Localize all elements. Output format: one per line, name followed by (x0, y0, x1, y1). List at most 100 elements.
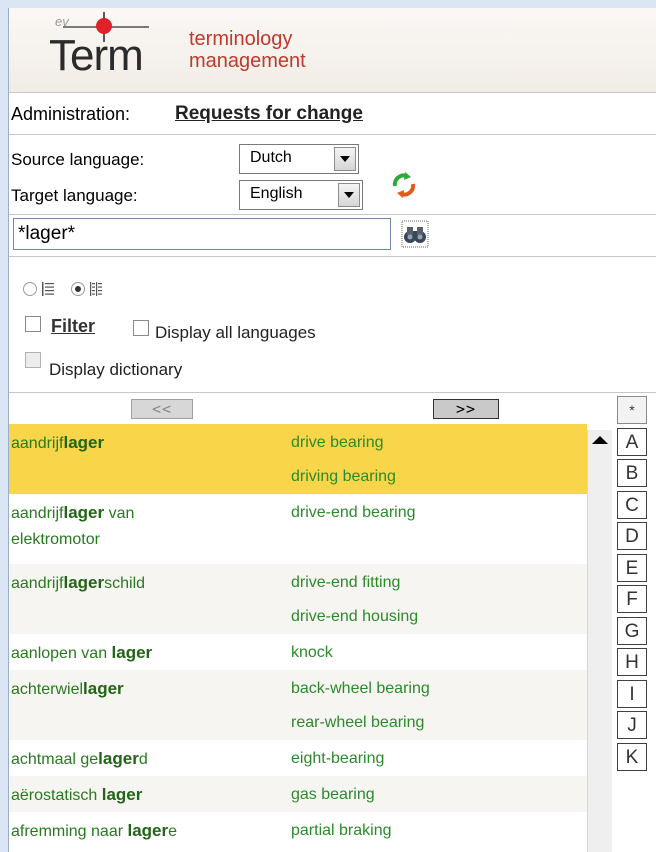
chevron-down-icon[interactable] (338, 183, 360, 207)
search-match: lager (111, 643, 153, 662)
alphabet-key-c[interactable]: C (617, 490, 647, 519)
filter-checkbox[interactable] (25, 316, 41, 332)
search-input[interactable] (13, 218, 391, 250)
target-term[interactable]: eight-bearing (291, 746, 571, 780)
term-text: afremming naar (11, 823, 128, 840)
result-row[interactable]: aërostatisch lager gas bearing (9, 776, 587, 812)
scroll-up-arrow-icon[interactable] (592, 436, 608, 444)
target-terms: knock (291, 640, 571, 674)
chevron-down-icon[interactable] (334, 147, 356, 171)
swap-languages-icon[interactable] (389, 170, 419, 200)
target-term[interactable]: driving bearing (291, 464, 571, 498)
display-dictionary-label: Display dictionary (49, 360, 183, 379)
target-term[interactable]: gas bearing (291, 782, 571, 816)
target-terms: gas bearing (291, 782, 571, 816)
target-term[interactable]: partial braking (291, 818, 571, 852)
term-text: aandrijf (11, 505, 64, 522)
two-column-radio[interactable] (71, 282, 85, 296)
target-terms: back-wheel bearing rear-wheel bearing (291, 676, 571, 744)
alphabet-key-k[interactable]: K (617, 742, 647, 771)
results-scrollbar[interactable] (587, 430, 612, 852)
source-term[interactable]: achterwiellager (11, 676, 281, 703)
evterm-logo: ev Term (41, 12, 181, 88)
term-text: achtmaal ge (11, 751, 99, 768)
display-all-languages-label: Display all languages (155, 323, 316, 342)
term-text: d (138, 751, 148, 768)
term-text: schild (104, 575, 146, 592)
search-match: lager (127, 821, 169, 840)
search-match: lager (101, 785, 143, 804)
source-language-select[interactable]: Dutch (239, 144, 359, 174)
result-row[interactable]: aanlopen van lager knock (9, 634, 587, 670)
filter-label[interactable]: Filter (51, 316, 95, 337)
term-text: achterwiel (11, 681, 84, 698)
display-dictionary-checkbox[interactable] (25, 352, 41, 368)
target-term[interactable]: drive-end bearing (291, 500, 571, 534)
source-term[interactable]: aandrijflager van elektromotor (11, 500, 281, 553)
alphabet-key-e[interactable]: E (617, 553, 647, 582)
source-term[interactable]: aërostatisch lager (11, 782, 281, 809)
alphabet-key-b[interactable]: B (617, 459, 647, 487)
result-row[interactable]: aandrijflagerschild drive-end fitting driv… (9, 564, 587, 634)
single-column-list-icon (42, 282, 54, 296)
divider (9, 256, 656, 257)
target-terms: partial braking (291, 818, 571, 852)
tagline-line1: terminology (189, 28, 293, 50)
source-language-label: Source language: (11, 150, 145, 169)
display-all-languages-checkbox[interactable] (133, 320, 149, 336)
source-term[interactable]: afremming naar lagere (11, 818, 281, 845)
target-terms: eight-bearing (291, 746, 571, 780)
header: ev Term terminology management (9, 8, 656, 93)
result-row[interactable]: aandrijflager drive bearing driving bearin… (9, 424, 587, 494)
target-term[interactable]: knock (291, 640, 571, 674)
term-text-continued: elektromotor (11, 531, 100, 548)
target-term[interactable]: drive bearing (291, 430, 571, 464)
source-term[interactable]: achtmaal gelagerd (11, 746, 281, 773)
result-row[interactable]: afremming naar lagere partial braking (9, 812, 587, 848)
target-term[interactable]: rear-wheel bearing (291, 710, 571, 744)
term-text: van (104, 505, 135, 522)
next-page-button[interactable]: >> (433, 399, 499, 419)
source-language-row: Source language: Dutch (9, 142, 429, 176)
alphabet-key-a[interactable]: A (617, 427, 647, 456)
alphabet-key-all[interactable]: * (617, 396, 647, 424)
target-terms: drive-end bearing (291, 500, 571, 534)
logo-word: Term (49, 31, 144, 80)
divider (9, 214, 656, 215)
target-term[interactable]: drive-end housing (291, 604, 571, 638)
target-term[interactable]: back-wheel bearing (291, 676, 571, 710)
search-match: lager (83, 679, 124, 698)
admin-bar: Administration: Requests for change (9, 94, 656, 135)
result-row[interactable]: achterwiellager back-wheel bearing rear-wh… (9, 670, 587, 740)
alphabet-key-f[interactable]: F (617, 585, 647, 613)
alphabet-key-h[interactable]: H (617, 648, 647, 676)
tagline: terminology management (189, 28, 306, 72)
results-list: aandrijflager drive bearing driving bearin… (9, 424, 587, 852)
term-text: aandrijf (11, 435, 64, 452)
result-row[interactable]: aandrijflager van elektromotor drive-end b… (9, 494, 587, 564)
source-term[interactable]: aandrijflager (11, 430, 281, 457)
app-frame: ev Term terminology management Administr… (8, 8, 656, 852)
alphabet-key-d[interactable]: D (617, 522, 647, 550)
result-row[interactable]: achtmaal gelagerd eight-bearing (9, 740, 587, 776)
alphabet-key-j[interactable]: J (617, 711, 647, 739)
binoculars-search-icon[interactable] (401, 220, 429, 248)
tagline-line2: management (189, 50, 306, 72)
requests-for-change-link[interactable]: Requests for change (175, 103, 363, 125)
source-term[interactable]: aanlopen van lager (11, 640, 281, 667)
term-text: aanlopen van (11, 645, 112, 662)
target-language-select[interactable]: English (239, 180, 363, 210)
target-terms: drive bearing driving bearing (291, 430, 571, 498)
target-language-label: Target language: (11, 186, 138, 205)
previous-page-button[interactable]: << (131, 399, 193, 419)
source-term[interactable]: aandrijflagerschild (11, 570, 281, 597)
single-column-radio[interactable] (23, 282, 37, 296)
search-match: lager (63, 573, 105, 592)
pager-bar: << >> (9, 392, 656, 425)
alphabet-key-i[interactable]: I (617, 679, 647, 708)
target-term[interactable]: drive-end fitting (291, 570, 571, 604)
term-text: aërostatisch (11, 787, 102, 804)
term-text: aandrijf (11, 575, 64, 592)
source-language-value: Dutch (250, 149, 292, 166)
alphabet-key-g[interactable]: G (617, 616, 647, 645)
